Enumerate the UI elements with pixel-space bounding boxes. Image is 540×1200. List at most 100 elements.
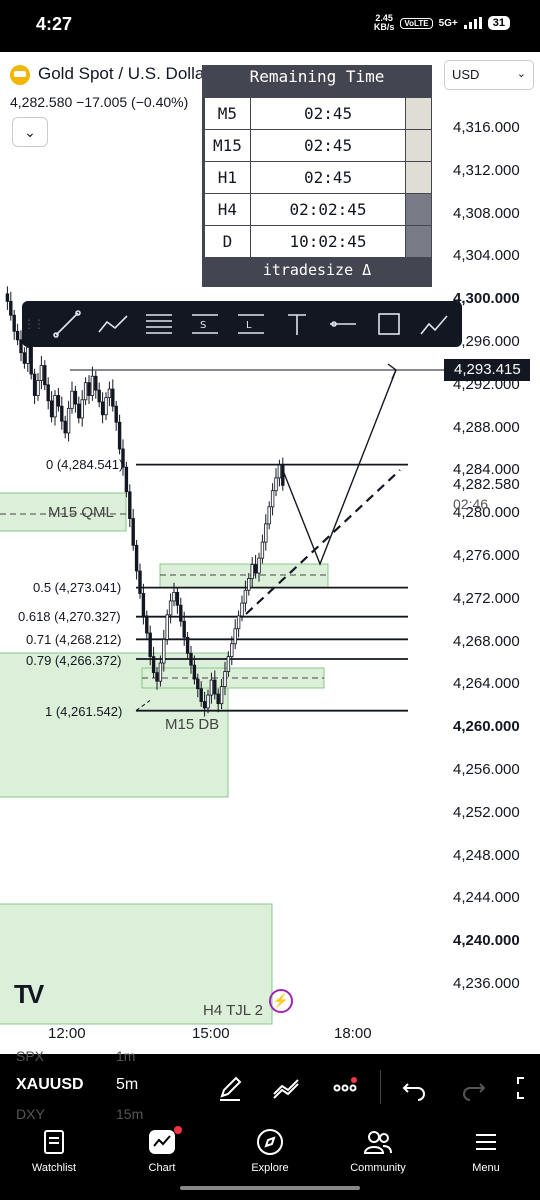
candle-body [9,300,13,316]
price-tick: 4,264.000 [453,675,520,693]
symbol-search-button[interactable]: XAUUSD [16,1076,84,1094]
timeframe-button[interactable]: 5m [116,1076,138,1094]
remaining-time-grid: M5 02:45 M15 02:45 H1 02:45 H4 02:02:45 D 10:… [204,97,432,258]
more-button[interactable] [332,1074,360,1102]
candle-body [66,407,71,434]
tradingview-logo[interactable]: TV [14,979,44,1010]
currency-select[interactable]: USD ⌄ [444,60,534,90]
undo-button[interactable] [400,1074,428,1102]
candle-body [264,523,268,543]
chart-pane[interactable]: Gold Spot / U.S. Dollar 4,282.580 −17.00… [0,52,540,1054]
time-tick: 15:00 [192,1025,230,1042]
short-position-tool[interactable]: S [182,301,228,347]
candle-body [168,600,173,616]
table-row: H4 02:02:45 [204,193,432,226]
candle-body [138,570,142,594]
status-swatch [405,129,432,162]
lightning-icon[interactable]: ⚡ [269,989,293,1013]
candle-body [216,693,220,705]
price-tick: 4,244.000 [453,889,520,907]
candle-body [26,346,30,364]
time-tick: 12:00 [48,1025,86,1042]
nav-label: Community [350,1162,406,1174]
path-tool[interactable] [90,301,136,347]
remaining-cell: 02:45 [249,97,407,130]
table-row: M15 02:45 [204,129,432,162]
notification-dot [174,1126,182,1134]
chart-icon [149,1130,175,1154]
price-tick: 4,308.000 [453,204,520,222]
candle-body [131,518,135,546]
candle-body [189,652,193,666]
horizontal-ray-icon [330,321,356,327]
candle-body [39,365,44,381]
price-tick: 4,256.000 [453,761,520,778]
rectangle-icon [378,313,400,335]
candle-body [134,544,139,572]
candle-body [202,701,207,709]
nav-watchlist[interactable]: Watchlist [0,1120,108,1200]
status-icons: 2.45 KB/s VoLTE 5G+ 31 [374,14,510,32]
nav-menu[interactable]: Menu [432,1120,540,1200]
fib-label-0: 0 (4,284.541) [46,457,124,472]
candle-body [117,421,122,450]
candle-body [104,397,108,416]
time-tick: 18:00 [334,1025,372,1042]
remaining-time-title: Remaining Time [249,67,385,86]
candle-body [43,365,47,386]
trend-line-icon [53,310,81,338]
instrument-bar: SPX 1m XAUUSD 5m DXY 15m [0,1048,540,1122]
projection-arrowhead [387,363,397,380]
status-time: 4:27 [36,14,73,34]
text-tool[interactable] [274,301,320,347]
candle-body [124,466,129,493]
long-position-tool[interactable]: L [228,301,274,347]
price-tick: 4,252.000 [453,803,520,821]
instrument-title[interactable]: Gold Spot / U.S. Dollar [38,64,210,84]
dashed-trendline[interactable] [245,469,401,615]
redo-button[interactable] [460,1074,488,1102]
home-indicator [180,1186,360,1190]
timeframe-cell: H4 [204,193,251,226]
ob-zone-upper[interactable] [159,563,329,589]
candle-body [22,352,27,364]
collapse-legend-button[interactable]: ⌄ [12,117,48,147]
horizontal-lines-tool[interactable] [136,301,182,347]
crosshair-price-badge: 4,293.415 [444,359,530,381]
candle-body [257,557,261,574]
candle-body [179,604,183,622]
trend-line-tool[interactable] [44,301,90,347]
candle-body [250,564,254,579]
candle-body [32,373,37,396]
drawing-toolbar[interactable]: ⋮⋮ S L [22,301,462,347]
rectangle-tool[interactable] [366,301,412,347]
watchlist-icon [44,1130,64,1154]
candle-body [155,672,159,682]
projection-path[interactable] [281,369,397,566]
nav-label: Explore [251,1162,289,1174]
fib-label-0-71: 0.71 (4,268.212) [26,632,122,647]
more-dots-icon [333,1077,357,1092]
chevron-down-icon: ⌄ [516,68,526,80]
candle-body [12,314,16,332]
candle-body [274,477,278,492]
candle-body [73,390,78,405]
candle-body [209,679,214,696]
gold-logo-icon [10,65,30,85]
indicators-button[interactable] [272,1074,300,1102]
indicator-tool[interactable] [412,301,458,347]
fullscreen-button[interactable] [516,1074,540,1102]
candle-body [87,382,91,396]
price-tick: 4,300.000 [453,290,520,308]
status-swatch [405,225,432,258]
candle-body [49,400,54,418]
price-tick: 4,268.000 [453,632,520,650]
path-icon [98,315,128,333]
candle-body [277,464,282,479]
horizontal-ray-tool[interactable] [320,301,366,347]
candle-body [226,656,231,672]
drag-handle-icon[interactable]: ⋮⋮ [22,317,45,331]
drawing-mode-button[interactable] [216,1074,244,1102]
candle-body [141,593,146,617]
price-tick: 4,260.000 [453,718,520,736]
